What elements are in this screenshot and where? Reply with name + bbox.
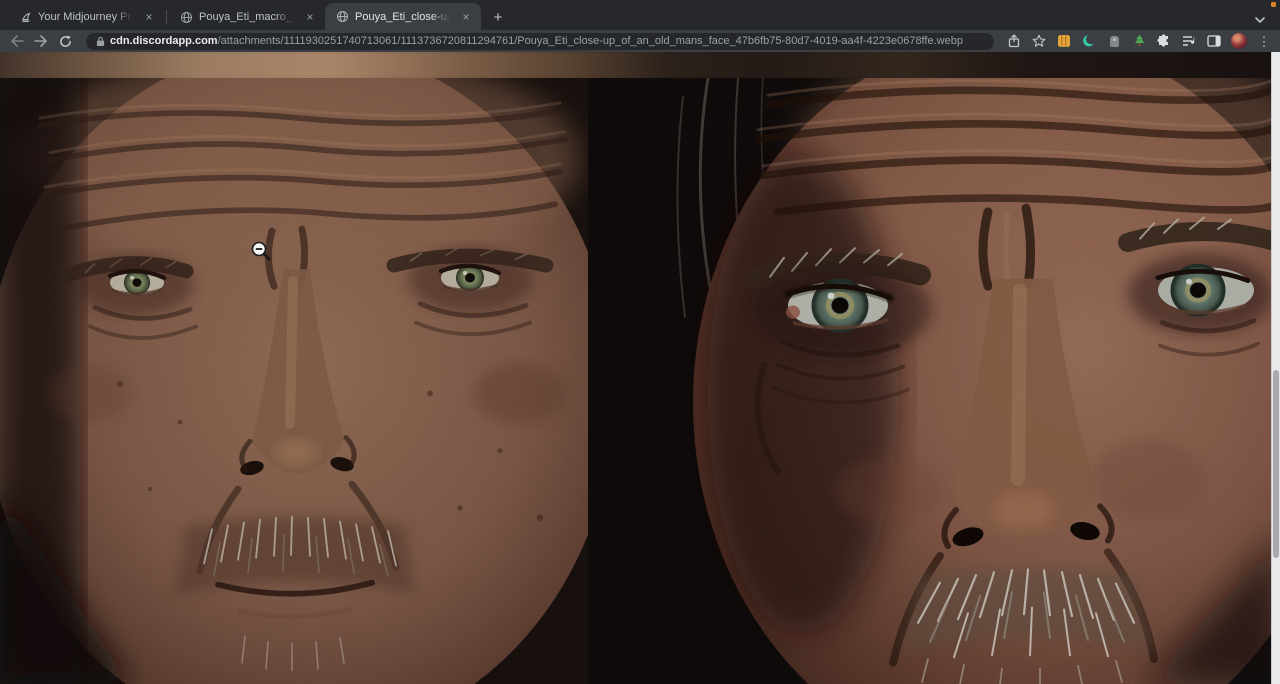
more-menu-icon[interactable]: ⋮ <box>1256 33 1272 49</box>
dark-mode-extension-icon[interactable] <box>1081 33 1097 49</box>
globe-icon <box>179 10 193 24</box>
pin-extension-icon[interactable] <box>1106 33 1122 49</box>
toolbar-actions: ⋮ <box>1006 33 1272 49</box>
profile-avatar[interactable] <box>1231 33 1247 49</box>
bookmark-star-icon[interactable] <box>1031 33 1047 49</box>
grid-extension-icon[interactable] <box>1056 33 1072 49</box>
navigation-toolbar: cdn.discordapp.com/attachments/111193025… <box>0 30 1280 52</box>
midjourney-sailboat-icon <box>18 10 32 24</box>
new-tab-button[interactable]: + <box>487 6 509 28</box>
tab-label: Your Midjourney Profile <box>38 11 136 23</box>
vertical-scrollbar[interactable] <box>1271 52 1280 684</box>
tab-close-up-active[interactable]: Pouya_Eti_close-up_of_an_ol × <box>325 3 481 30</box>
page-content <box>0 52 1280 684</box>
back-button[interactable] <box>8 32 26 50</box>
address-bar[interactable]: cdn.discordapp.com/attachments/111193025… <box>86 33 994 50</box>
url-domain: cdn.discordapp.com <box>110 35 218 47</box>
scrollbar-thumb[interactable] <box>1273 370 1279 558</box>
extensions-puzzle-icon[interactable] <box>1156 33 1172 49</box>
close-tab-icon[interactable]: × <box>459 10 473 24</box>
side-panel-icon[interactable] <box>1206 33 1222 49</box>
tab-midjourney-profile[interactable]: Your Midjourney Profile × <box>8 4 164 30</box>
blurred-image-strip <box>0 52 1280 78</box>
url-text: cdn.discordapp.com/attachments/111193025… <box>110 35 963 47</box>
forward-button[interactable] <box>32 32 50 50</box>
close-tab-icon[interactable]: × <box>142 10 156 24</box>
lock-icon <box>96 36 105 47</box>
left-portrait-image[interactable] <box>0 78 588 684</box>
url-path: /attachments/1111930251740713061/1113736… <box>218 35 963 47</box>
globe-icon <box>335 10 349 24</box>
close-tab-icon[interactable]: × <box>303 10 317 24</box>
tab-search-chevron-icon[interactable] <box>1254 16 1266 24</box>
tab-label: Pouya_Eti_macro_photo_of_a <box>199 11 297 23</box>
tab-label: Pouya_Eti_close-up_of_an_ol <box>355 11 453 23</box>
reading-list-icon[interactable] <box>1181 33 1197 49</box>
share-icon[interactable] <box>1006 33 1022 49</box>
tab-divider <box>166 10 167 24</box>
reload-button[interactable] <box>56 32 74 50</box>
tab-bar: Your Midjourney Profile × Pouya_Eti_macr… <box>0 0 1280 30</box>
browser-window: Your Midjourney Profile × Pouya_Eti_macr… <box>0 0 1280 684</box>
right-portrait-image[interactable] <box>588 78 1280 684</box>
tree-extension-icon[interactable] <box>1131 33 1147 49</box>
tab-macro-photo[interactable]: Pouya_Eti_macro_photo_of_a × <box>169 4 325 30</box>
recording-indicator-dot <box>1271 2 1276 7</box>
